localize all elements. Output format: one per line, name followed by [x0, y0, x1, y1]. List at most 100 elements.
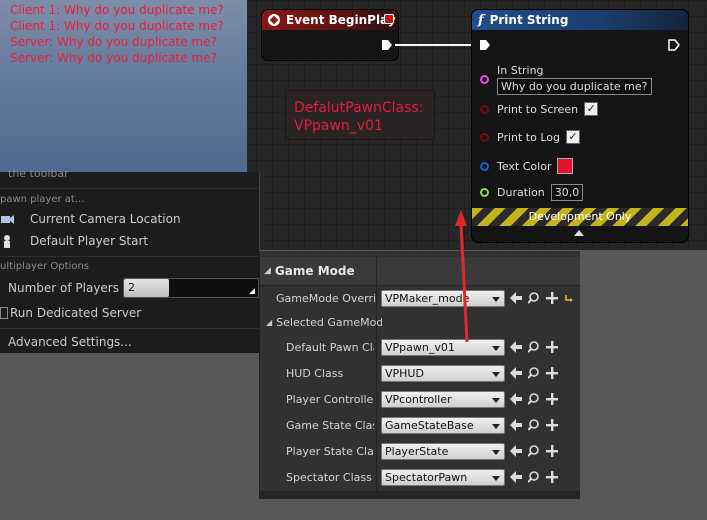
duration-input[interactable]: 30,0 — [550, 184, 584, 201]
text-color-pin[interactable]: Text Color — [480, 158, 574, 174]
browse-icon[interactable] — [528, 471, 540, 483]
comment-box[interactable]: DefalutPawnClass: VPpawn_v01 — [285, 90, 435, 140]
class-row: Default Pawn Class VPpawn_v01 — [260, 334, 580, 360]
use-selected-icon[interactable] — [510, 393, 522, 405]
float-pin-icon[interactable] — [480, 188, 489, 197]
default-pawn-class-dropdown[interactable]: VPpawn_v01 — [381, 338, 505, 356]
browse-icon[interactable] — [528, 292, 540, 304]
string-pin-icon[interactable] — [480, 75, 489, 84]
class-label: HUD Class — [286, 366, 344, 380]
selected-gamemode-row[interactable]: ◢ Selected GameMode — [260, 309, 580, 335]
duration-label: Duration — [497, 186, 545, 199]
print-to-screen-checkbox[interactable]: ✓ — [584, 102, 599, 116]
class-value: VPHUD — [385, 366, 424, 380]
spectator-class-dropdown[interactable]: SpectatorPawn — [381, 468, 505, 486]
class-row: Player Controller Class VPcontroller — [260, 386, 580, 412]
add-icon[interactable] — [546, 367, 558, 379]
use-selected-icon[interactable] — [510, 367, 522, 379]
chevron-down-icon — [492, 371, 500, 377]
comment-text: DefalutPawnClass: VPpawn_v01 — [294, 100, 424, 134]
in-string-label: In String — [497, 64, 544, 77]
exec-out-pin-icon[interactable] — [382, 40, 392, 50]
browse-icon[interactable] — [528, 341, 540, 353]
collapse-arrow-icon[interactable]: ◢ — [266, 318, 272, 327]
print-to-log-pin[interactable]: Print to Log ✓ — [480, 130, 580, 144]
add-icon[interactable] — [546, 292, 558, 304]
camera-icon — [0, 213, 14, 225]
class-value: SpectatorPawn — [385, 470, 468, 484]
use-selected-icon[interactable] — [510, 292, 522, 304]
use-selected-icon[interactable] — [510, 471, 522, 483]
exec-in-pin-icon[interactable] — [480, 40, 490, 50]
struct-pin-icon[interactable] — [480, 161, 489, 171]
gamemode-override-dropdown[interactable]: VPMaker_mode — [381, 289, 505, 307]
in-string-input[interactable]: Why do you duplicate me? — [497, 78, 652, 95]
advanced-settings-item[interactable]: Advanced Settings... — [8, 335, 132, 349]
reset-to-default-icon[interactable] — [564, 293, 574, 303]
browse-icon[interactable] — [528, 393, 540, 405]
browse-icon[interactable] — [528, 419, 540, 431]
print-string-node[interactable]: f Print String In String Why do you dupl… — [472, 10, 688, 242]
player-controller-class-dropdown[interactable]: VPcontroller — [381, 390, 505, 408]
event-beginplay-node[interactable]: Event BeginPlay — [262, 10, 398, 60]
print-to-screen-label: Print to Screen — [497, 102, 579, 116]
class-row: Spectator Class SpectatorPawn — [260, 464, 580, 490]
add-icon[interactable] — [546, 445, 558, 457]
event-node-title: Event BeginPlay — [286, 13, 396, 27]
browse-icon[interactable] — [528, 367, 540, 379]
delegate-pin-icon[interactable] — [384, 14, 394, 24]
collapse-arrow-icon[interactable]: ◢ — [264, 266, 271, 276]
class-value: PlayerState — [385, 444, 449, 458]
multiplayer-section-label: ultiplayer Options — [0, 261, 90, 272]
bool-pin-icon[interactable] — [480, 132, 489, 142]
print-node-title: Print String — [489, 13, 569, 27]
text-color-label: Text Color — [497, 159, 552, 173]
exec-wire[interactable] — [395, 44, 480, 46]
dedicated-server-checkbox[interactable] — [0, 307, 8, 319]
player-start-icon — [0, 234, 14, 248]
gamemode-override-actions — [510, 292, 574, 304]
number-of-players-row: Number of Players 2 — [8, 278, 259, 298]
class-actions — [510, 393, 558, 405]
toolbar-text: the toolbar — [8, 167, 69, 180]
class-value: VPcontroller — [385, 392, 452, 406]
hud-class-dropdown[interactable]: VPHUD — [381, 364, 505, 382]
number-of-players-stepper[interactable]: 2 — [123, 278, 259, 298]
exec-out-pin-icon[interactable] — [668, 39, 680, 51]
use-selected-icon[interactable] — [510, 419, 522, 431]
event-icon — [268, 14, 280, 26]
add-icon[interactable] — [546, 419, 558, 431]
menu-item-dedicated-server[interactable]: Run Dedicated Server — [0, 306, 141, 320]
use-selected-icon[interactable] — [510, 445, 522, 457]
chevron-down-icon — [492, 449, 500, 455]
game-mode-header[interactable]: ◢ Game Mode — [260, 257, 580, 286]
default-player-start-label: Default Player Start — [30, 234, 149, 248]
expand-arrow-icon[interactable] — [574, 230, 584, 236]
chevron-down-icon — [492, 397, 500, 403]
player-state-class-dropdown[interactable]: PlayerState — [381, 442, 505, 460]
add-icon[interactable] — [546, 393, 558, 405]
spawn-section-label: pawn player at... — [0, 194, 85, 205]
game-viewport[interactable]: Client 1: Why do you duplicate me? Clien… — [0, 0, 247, 172]
print-to-screen-pin[interactable]: Print to Screen ✓ — [480, 102, 599, 116]
event-node-header[interactable]: Event BeginPlay — [262, 10, 398, 30]
play-options-menu: the toolbar pawn player at... Current Ca… — [0, 167, 260, 353]
browse-icon[interactable] — [528, 445, 540, 457]
print-node-header[interactable]: f Print String — [472, 10, 688, 30]
text-color-swatch[interactable] — [557, 158, 574, 174]
menu-item-default-player-start[interactable]: Default Player Start — [0, 234, 148, 248]
bool-pin-icon[interactable] — [480, 104, 489, 114]
resize-corner-icon — [249, 288, 255, 294]
chevron-down-icon — [492, 296, 500, 302]
duration-pin[interactable]: Duration 30,0 — [480, 184, 584, 201]
add-icon[interactable] — [546, 471, 558, 483]
add-icon[interactable] — [546, 341, 558, 353]
class-label: Player Controller Class — [286, 392, 374, 406]
use-selected-icon[interactable] — [510, 341, 522, 353]
class-row: Player State Class PlayerState — [260, 438, 580, 464]
print-to-log-checkbox[interactable]: ✓ — [566, 130, 580, 144]
in-string-pin[interactable]: In String Why do you duplicate me? — [480, 64, 652, 95]
game-state-class-dropdown[interactable]: GameStateBase — [381, 416, 505, 434]
game-mode-panel: ◢ Game Mode GameMode Override VPMaker_mo… — [259, 251, 580, 499]
menu-item-camera-location[interactable]: Current Camera Location — [0, 212, 181, 226]
